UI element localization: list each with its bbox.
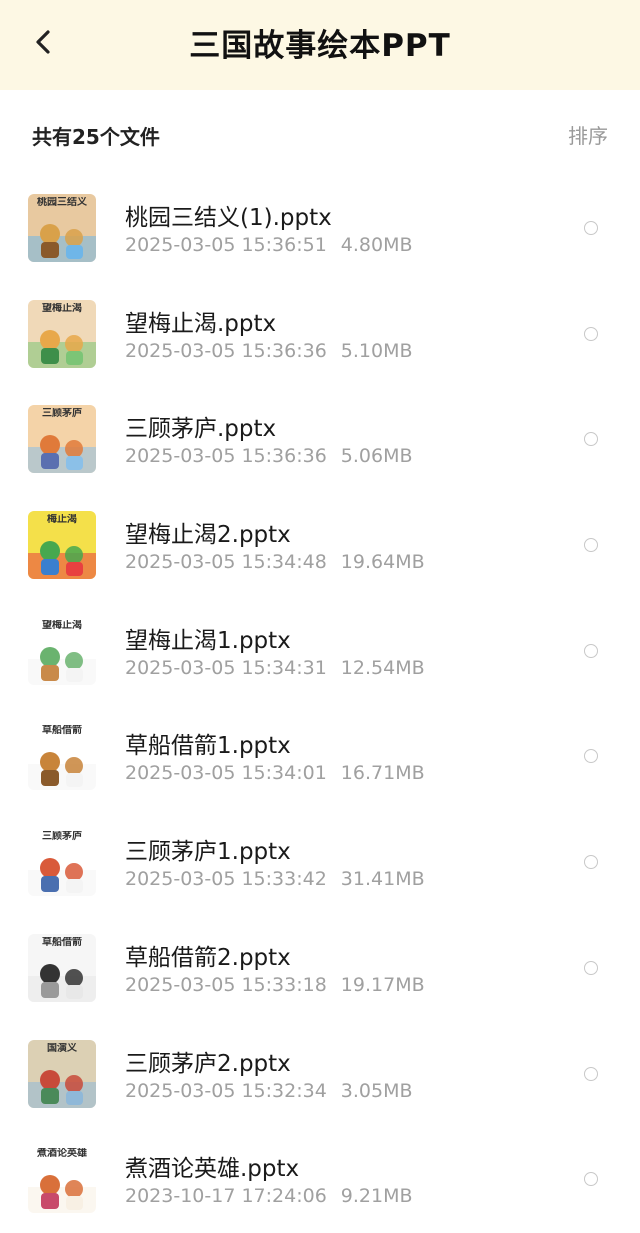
file-thumbnail: 草船借箭 — [28, 722, 96, 791]
file-size: 12.54MB — [340, 656, 425, 679]
file-list: 桃园三结义桃园三结义(1).pptx 2025-03-05 15:36:51 4.8… — [0, 176, 640, 1233]
select-radio[interactable] — [584, 1172, 598, 1187]
file-date: 2025-03-05 15:34:01 — [125, 762, 327, 785]
sort-button[interactable]: 排序 — [568, 120, 608, 149]
file-list-item[interactable]: 梅止渴望梅止渴2.pptx 2025-03-05 15:34:48 19.64MB — [0, 493, 640, 599]
file-thumbnail: 望梅止渴 — [28, 299, 96, 368]
thumbnail-title-text: 桃园三结义 — [37, 197, 87, 208]
file-list-item[interactable]: 望梅止渴 望梅止渴.pptx 2025-03-05 15:36:36 5.10MB — [0, 282, 640, 388]
file-name: 望梅止渴1.pptx — [125, 627, 291, 654]
file-meta: 2025-03-05 15:33:42 31.41MB — [125, 868, 425, 890]
select-radio[interactable] — [584, 221, 598, 235]
file-meta: 2025-03-05 15:33:18 19.17MB — [125, 974, 425, 996]
file-thumbnail: 三顾茅庐 — [28, 828, 96, 897]
thumbnail-title-text: 望梅止渴 — [42, 302, 82, 314]
file-date: 2025-03-05 15:33:18 — [125, 973, 327, 996]
file-list-item[interactable]: 桃园三结义桃园三结义(1).pptx 2025-03-05 15:36:51 4.8… — [0, 176, 640, 282]
file-date: 2025-03-05 15:36:51 — [125, 234, 327, 256]
select-radio[interactable] — [584, 1066, 598, 1081]
select-radio[interactable] — [584, 326, 598, 341]
file-date: 2025-03-05 15:34:48 — [125, 551, 327, 574]
file-list-item[interactable]: 草船借箭 草船借箭2.pptx 2025-03-05 15:33:18 19.17MB — [0, 916, 640, 1022]
file-date: 2025-03-05 15:34:31 — [125, 656, 327, 679]
file-size: 3.05MB — [340, 1079, 413, 1102]
app-header: 三国故事绘本PPT — [0, 0, 640, 90]
file-name: 煮酒论英雄.pptx — [125, 1156, 300, 1183]
file-list-item[interactable]: 三顾茅庐三顾茅庐.pptx 2025-03-05 15:36:36 5.06MB — [0, 387, 640, 493]
file-thumbnail: 国演义 — [28, 1039, 96, 1108]
file-date: 2025-03-05 15:36:36 — [125, 339, 327, 362]
select-radio[interactable] — [584, 960, 598, 975]
file-size: 19.64MB — [340, 551, 425, 574]
file-name: 望梅止渴2.pptx — [125, 522, 291, 549]
file-list-item[interactable]: 望梅止渴 望梅止渴1.pptx 2025-03-05 15:34:31 12.54MB — [0, 599, 640, 705]
select-radio[interactable] — [584, 432, 598, 447]
file-date: 2023-10-17 17:24:06 — [125, 1185, 327, 1208]
thumbnail-title-text: 三顾茅庐 — [42, 831, 82, 843]
thumbnail-title-text: 煮酒论英雄 — [37, 1148, 87, 1160]
file-list-item[interactable]: 国演义 三顾茅庐2.pptx 2025-03-05 15:32:34 3.05MB — [0, 1022, 640, 1128]
thumbnail-title-text: 草船借箭 — [42, 936, 82, 948]
file-size: 5.06MB — [340, 445, 413, 468]
file-meta: 2025-03-05 15:36:51 4.80MB — [125, 234, 413, 256]
file-thumbnail: 桃园三结义 — [28, 194, 96, 262]
file-meta: 2025-03-05 15:36:36 5.10MB — [125, 340, 413, 362]
select-radio[interactable] — [584, 643, 598, 658]
file-date: 2025-03-05 15:33:42 — [125, 868, 327, 891]
file-name: 草船借箭1.pptx — [125, 733, 291, 760]
file-date: 2025-03-05 15:32:34 — [125, 1079, 327, 1102]
file-list-item[interactable]: 草船借箭草船借箭1.pptx 2025-03-05 15:34:01 16.71MB — [0, 704, 640, 810]
file-name: 三顾茅庐1.pptx — [125, 839, 291, 866]
file-size: 4.80MB — [340, 234, 413, 256]
thumbnail-title-text: 草船借箭 — [42, 725, 82, 737]
file-size: 16.71MB — [340, 762, 425, 785]
page-title: 三国故事绘本PPT — [189, 28, 451, 64]
file-thumbnail: 望梅止渴 — [28, 616, 96, 685]
select-radio[interactable] — [584, 855, 598, 870]
thumbnail-title-text: 三顾茅庐 — [42, 408, 82, 420]
file-size: 31.41MB — [340, 868, 425, 891]
file-thumbnail: 煮酒论英雄 — [28, 1145, 96, 1214]
thumbnail-title-text: 望梅止渴 — [42, 619, 82, 631]
file-name: 桃园三结义(1).pptx — [125, 205, 332, 231]
file-thumbnail: 三顾茅庐 — [28, 405, 96, 474]
file-meta: 2025-03-05 15:34:31 12.54MB — [125, 657, 425, 679]
file-list-item[interactable]: 煮酒论英雄煮酒论英雄.pptx 2023-10-17 17:24:06 9.21MB — [0, 1127, 640, 1233]
select-radio[interactable] — [584, 538, 598, 553]
file-name: 望梅止渴.pptx — [125, 310, 277, 337]
thumbnail-title-text: 梅止渴 — [47, 514, 77, 526]
file-meta: 2023-10-17 17:24:06 9.21MB — [125, 1185, 413, 1207]
file-meta: 2025-03-05 15:34:48 19.64MB — [125, 551, 425, 573]
file-size: 19.17MB — [340, 973, 425, 996]
file-meta: 2025-03-05 15:32:34 3.05MB — [125, 1080, 413, 1102]
file-name: 三顾茅庐2.pptx — [125, 1050, 291, 1077]
file-count-label: 共有25个文件 — [32, 125, 160, 149]
thumbnail-title-text: 国演义 — [47, 1042, 77, 1054]
list-toolbar: 共有25个文件 排序 — [0, 90, 640, 178]
file-thumbnail: 草船借箭 — [28, 933, 96, 1002]
file-meta: 2025-03-05 15:36:36 5.06MB — [125, 445, 413, 467]
file-meta: 2025-03-05 15:34:01 16.71MB — [125, 762, 425, 784]
file-date: 2025-03-05 15:36:36 — [125, 445, 327, 468]
file-size: 5.10MB — [340, 339, 413, 362]
file-name: 草船借箭2.pptx — [125, 944, 291, 971]
select-radio[interactable] — [584, 749, 598, 764]
file-name: 三顾茅庐.pptx — [125, 416, 277, 443]
file-thumbnail: 梅止渴 — [28, 511, 96, 580]
file-list-item[interactable]: 三顾茅庐三顾茅庐1.pptx 2025-03-05 15:33:42 31.41MB — [0, 810, 640, 916]
file-size: 9.21MB — [340, 1185, 413, 1208]
